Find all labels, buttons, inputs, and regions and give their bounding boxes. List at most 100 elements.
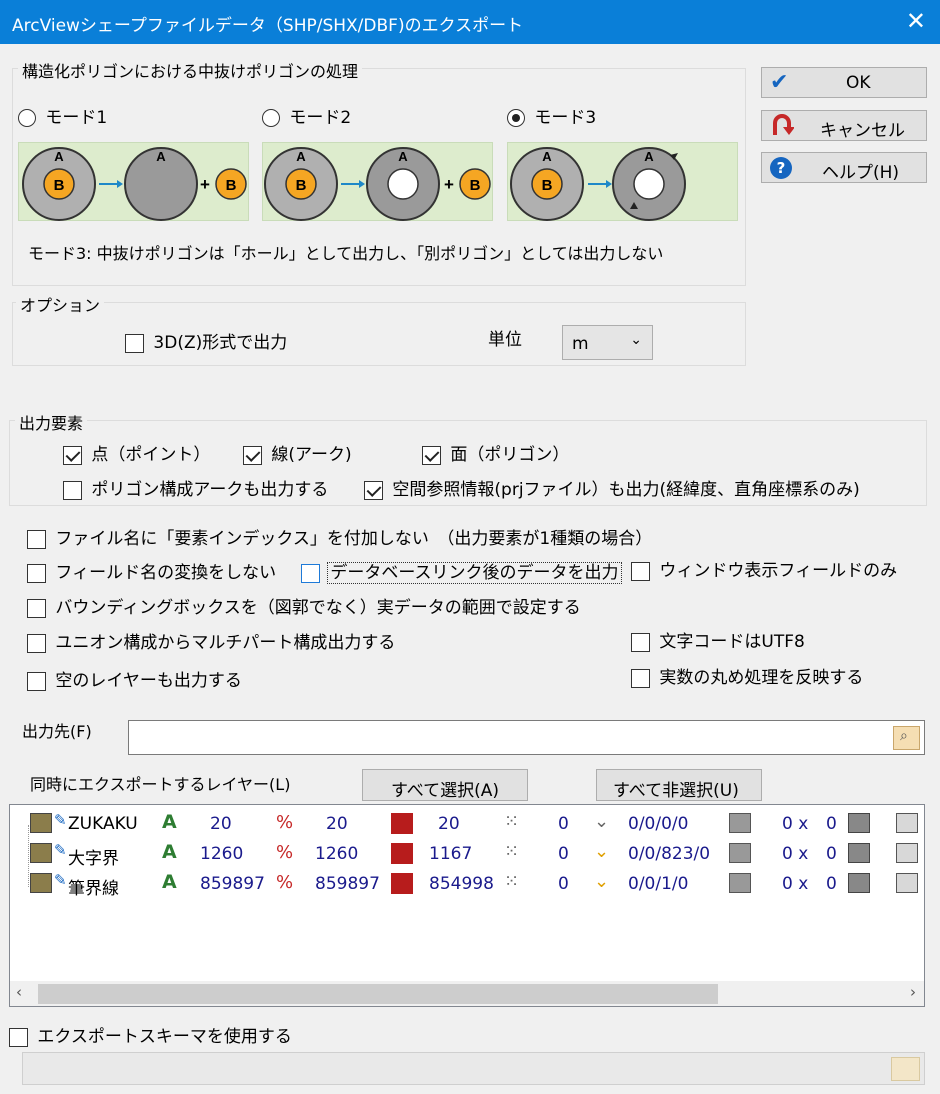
diagram-label-b: B: [470, 177, 481, 194]
rounding-option[interactable]: 実数の丸め処理を反映する: [631, 663, 863, 688]
output-3d-option[interactable]: 3D(Z)形式で出力: [125, 328, 287, 353]
polygon-mode-legend: 構造化ポリゴンにおける中抜けポリゴンの処理: [18, 58, 363, 82]
folder-browse-icon[interactable]: ⌕: [893, 726, 920, 750]
scroll-left-icon[interactable]: ‹: [16, 983, 22, 1001]
scrollbar-thumb[interactable]: [38, 984, 718, 1004]
cancel-label: キャンセル: [820, 121, 905, 141]
line-label: 線(アーク): [271, 445, 352, 465]
cancel-button[interactable]: キャンセル: [761, 110, 927, 141]
output-3d-checkbox[interactable]: [125, 333, 144, 353]
mode3-diagram: B A A: [507, 142, 738, 221]
ok-button[interactable]: ✔ OK: [761, 67, 927, 98]
horizontal-scrollbar[interactable]: ‹ ›: [10, 981, 924, 1006]
polygon-count: 20: [438, 814, 460, 834]
output-3d-label: 3D(Z)形式で出力: [153, 333, 288, 353]
deselect-all-button[interactable]: すべて非選択(U): [596, 769, 762, 801]
scroll-right-icon[interactable]: ›: [910, 983, 916, 1001]
pencil-icon: ✎: [54, 871, 67, 889]
diagram-label-b: B: [542, 177, 553, 194]
mode3-radio-button[interactable]: [507, 109, 525, 127]
chevron-down-icon: ⌄: [630, 332, 642, 348]
window-fields-only-checkbox[interactable]: [631, 561, 650, 581]
db-link-data-option[interactable]: データベースリンク後のデータを出力: [301, 558, 622, 584]
mode3-diagram-svg: B A A: [510, 147, 686, 221]
diagram-label-a: A: [156, 149, 166, 164]
point-checkbox[interactable]: [63, 445, 82, 465]
options-legend: オプション: [16, 292, 105, 316]
polygon-arc-checkbox[interactable]: [63, 480, 82, 500]
layer-icon: [30, 873, 52, 893]
point-option[interactable]: 点（ポイント）: [63, 440, 210, 465]
dots-icon: ⁙: [504, 871, 520, 892]
help-label: ヘルプ(H): [822, 163, 900, 183]
folder-open-icon: [891, 1057, 920, 1081]
mode2-radio[interactable]: モード2: [262, 103, 351, 128]
empty-layers-checkbox[interactable]: [27, 671, 46, 691]
bbox-actual-checkbox[interactable]: [27, 598, 46, 618]
db-link-data-checkbox[interactable]: [301, 563, 320, 583]
layer-row[interactable]: ✎ 大字界 A 1260 % 1260 1167 ⁙ 0 ⌄ 0/0/823/0…: [10, 841, 924, 869]
polygon-option[interactable]: 面（ポリゴン）: [422, 440, 569, 465]
mode1-radio[interactable]: モード1: [18, 103, 107, 128]
ok-label: OK: [846, 73, 871, 93]
union-multipart-option[interactable]: ユニオン構成からマルチパート構成出力する: [27, 628, 395, 653]
close-icon[interactable]: ✕: [906, 7, 926, 35]
layer-row[interactable]: ✎ ZUKAKU A 20 % 20 20 ⁙ 0 ⌄ 0/0/0/0 0 x …: [10, 811, 924, 839]
utf8-option[interactable]: 文字コードはUTF8: [631, 627, 805, 652]
mode1-radio-button[interactable]: [18, 109, 36, 127]
mode1-diagram: B A A + B: [18, 142, 249, 221]
utf8-checkbox[interactable]: [631, 632, 650, 652]
schema-option[interactable]: エクスポートスキーマを使用する: [9, 1022, 292, 1047]
no-index-suffix-option[interactable]: ファイル名に「要素インデックス」を付加しない （出力要素が1種類の場合）: [27, 524, 652, 549]
prj-option[interactable]: 空間参照情報(prjファイル）も出力(経緯度、直角座標系のみ): [364, 475, 860, 500]
schema-checkbox[interactable]: [9, 1027, 28, 1047]
diagram-label-b: B: [54, 177, 65, 194]
no-field-convert-label: フィールド名の変換をしない: [55, 563, 277, 583]
arc-type-icon: %: [276, 872, 294, 893]
value-3: 0 x: [782, 844, 809, 864]
output-path-field[interactable]: ⌕: [128, 720, 925, 755]
layer-name: ZUKAKU: [68, 814, 138, 834]
no-field-convert-checkbox[interactable]: [27, 563, 46, 583]
rounding-checkbox[interactable]: [631, 668, 650, 688]
diagram-label-a: A: [398, 149, 408, 164]
polygon-checkbox[interactable]: [422, 445, 441, 465]
line-checkbox[interactable]: [243, 445, 262, 465]
point-count: 1260: [200, 844, 244, 864]
layer-list[interactable]: ✎ ZUKAKU A 20 % 20 20 ⁙ 0 ⌄ 0/0/0/0 0 x …: [9, 804, 925, 1007]
arc-type-icon: %: [276, 812, 294, 833]
db-link-data-label: データベースリンク後のデータを出力: [327, 562, 622, 584]
value-1: 0: [558, 874, 569, 894]
no-index-suffix-checkbox[interactable]: [27, 529, 46, 549]
unit-select[interactable]: m ⌄: [562, 325, 653, 360]
bucket-icon: [896, 873, 918, 893]
mode-description: モード3: 中抜けポリゴンは「ホール」として出力し、「別ポリゴン」としては出力し…: [28, 244, 664, 263]
empty-layers-option[interactable]: 空のレイヤーも出力する: [27, 666, 242, 691]
help-button[interactable]: ? ヘルプ(H): [761, 152, 927, 183]
mode1-label: モード1: [45, 108, 108, 128]
mode2-radio-button[interactable]: [262, 109, 280, 127]
question-icon: ?: [770, 157, 792, 179]
grid-icon: [729, 873, 751, 893]
select-all-button[interactable]: すべて選択(A): [362, 769, 528, 801]
prj-checkbox[interactable]: [364, 480, 383, 500]
union-multipart-checkbox[interactable]: [27, 633, 46, 653]
layer-row[interactable]: ✎ 筆界線 A 859897 % 859897 854998 ⁙ 0 ⌄ 0/0…: [10, 871, 924, 899]
polygon-arc-option[interactable]: ポリゴン構成アークも出力する: [63, 475, 328, 500]
bbox-actual-option[interactable]: バウンディングボックスを（図郭でなく）実データの範囲で設定する: [27, 593, 581, 618]
arc-count: 1260: [315, 844, 359, 864]
dots-icon: ⁙: [504, 811, 520, 832]
output-path-label: 出力先(F): [22, 722, 92, 741]
line-option[interactable]: 線(アーク): [243, 440, 352, 465]
no-field-convert-option[interactable]: フィールド名の変換をしない: [27, 558, 276, 583]
mode3-radio[interactable]: モード3: [507, 103, 596, 128]
polygon-type-icon: [391, 813, 413, 834]
window-fields-only-option[interactable]: ウィンドウ表示フィールドのみ: [631, 556, 897, 581]
arc-count: 20: [326, 814, 348, 834]
deselect-all-label: すべて非選択(U): [613, 781, 739, 801]
diagram-label-b: B: [226, 177, 237, 194]
schema-path-field: [22, 1052, 925, 1085]
unit-label: 単位: [488, 330, 522, 350]
grid-icon: [729, 843, 751, 863]
mode1-diagram-svg: B A A + B: [22, 147, 247, 221]
